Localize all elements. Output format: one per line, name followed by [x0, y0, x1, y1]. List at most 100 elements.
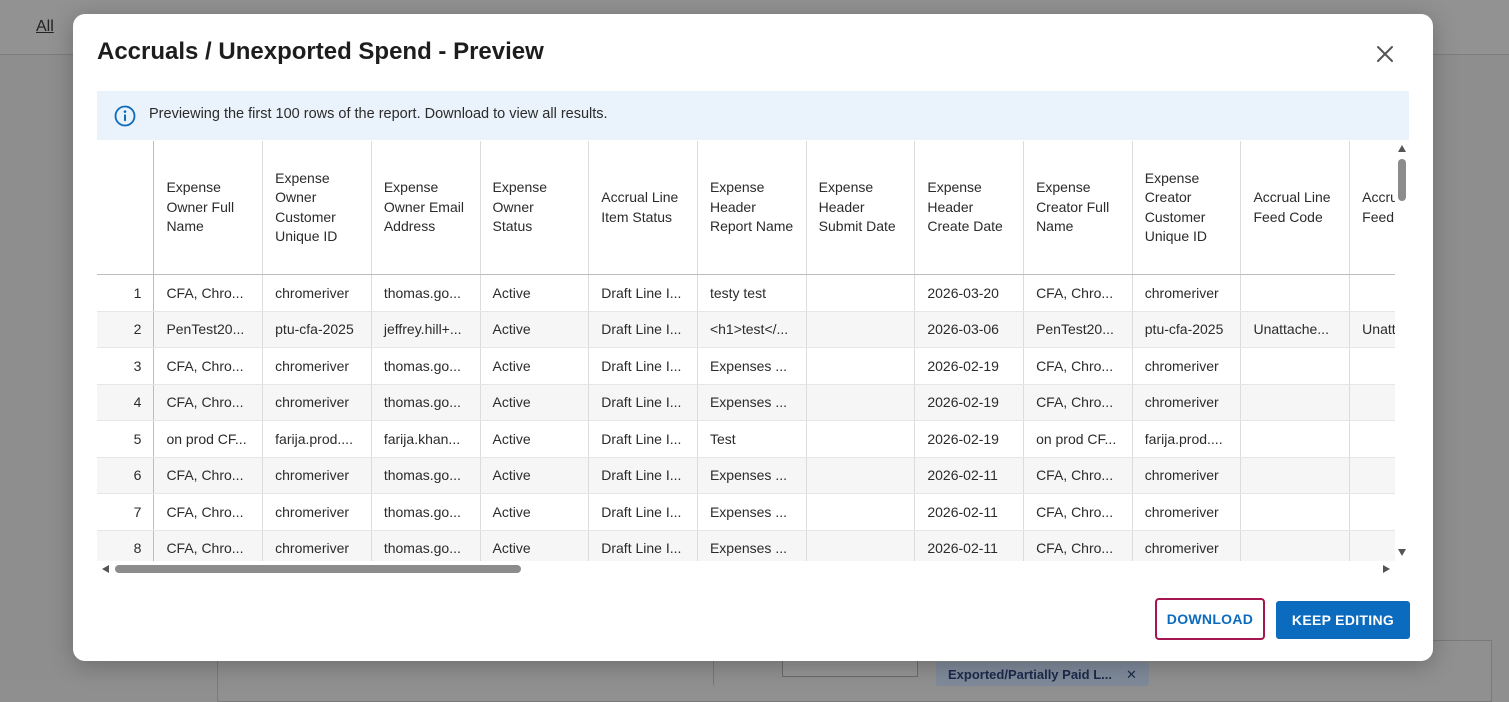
table-cell: Test: [697, 420, 807, 458]
row-index: 4: [97, 384, 155, 421]
table-cell: chromeriver: [1132, 493, 1242, 531]
table-cell: [806, 493, 916, 531]
scroll-right-icon[interactable]: [1383, 565, 1390, 573]
table-cell: chromeriver: [1132, 530, 1242, 561]
scroll-down-icon[interactable]: [1398, 549, 1406, 556]
table-row[interactable]: 7 CFA, Chro... chromeriver thomas.go... Acti…: [97, 493, 1395, 531]
preview-table: Expense Owner Full Name Expense Owner Cu…: [97, 141, 1395, 561]
scroll-left-icon[interactable]: [102, 565, 109, 573]
table-cell: Active: [480, 493, 590, 531]
preview-table-container: Expense Owner Full Name Expense Owner Cu…: [97, 141, 1409, 577]
table-cell: thomas.go...: [371, 274, 481, 312]
table-cell: Active: [480, 347, 590, 385]
table-cell: [1349, 420, 1395, 458]
row-index: 7: [97, 493, 155, 531]
table-cell: Draft Line I...: [588, 274, 698, 312]
column-header[interactable]: Accrual Line Feed Code: [1240, 141, 1351, 275]
column-header-index: [97, 141, 155, 275]
table-row[interactable]: 1 CFA, Chro... chromeriver thomas.go... Acti…: [97, 274, 1395, 312]
table-cell: CFA, Chro...: [1023, 347, 1133, 385]
table-cell: [806, 457, 916, 494]
table-cell: thomas.go...: [371, 530, 481, 561]
column-header[interactable]: Expense Header Report Name: [697, 141, 807, 275]
table-cell: [1240, 274, 1351, 312]
table-cell: Unattache...: [1240, 311, 1351, 348]
table-cell: chromeriver: [262, 347, 372, 385]
table-cell: [1240, 347, 1351, 385]
info-text: Previewing the first 100 rows of the rep…: [149, 106, 608, 122]
column-header[interactable]: Expense Owner Email Address: [371, 141, 481, 275]
table-cell: [806, 384, 916, 421]
table-cell: thomas.go...: [371, 347, 481, 385]
column-header[interactable]: Accrual Line Item Status: [588, 141, 698, 275]
column-header[interactable]: Expense Header Submit Date: [806, 141, 916, 275]
table-row[interactable]: 3 CFA, Chro... chromeriver thomas.go... Acti…: [97, 347, 1395, 385]
table-row[interactable]: 2 PenTest20... ptu-cfa-2025 jeffrey.hill+..…: [97, 311, 1395, 348]
table-cell: [806, 311, 916, 348]
all-link[interactable]: All: [36, 18, 54, 36]
table-cell: jeffrey.hill+...: [371, 311, 481, 348]
close-icon[interactable]: ✕: [1126, 667, 1137, 682]
table-body: 1 CFA, Chro... chromeriver thomas.go... Acti…: [97, 274, 1395, 561]
table-cell: on prod CF...: [1023, 420, 1133, 458]
table-cell: CFA, Chro...: [153, 347, 264, 385]
table-cell: Expenses ...: [697, 457, 807, 494]
table-cell: [1240, 493, 1351, 531]
filter-chip[interactable]: Exported/Partially Paid L... ✕: [936, 662, 1149, 686]
table-cell: CFA, Chro...: [1023, 384, 1133, 421]
horizontal-scroll-thumb[interactable]: [115, 565, 521, 573]
column-header[interactable]: Expense Owner Status: [480, 141, 590, 275]
table-row[interactable]: 8 CFA, Chro... chromeriver thomas.go... Acti…: [97, 530, 1395, 561]
table-row[interactable]: 4 CFA, Chro... chromeriver thomas.go... Acti…: [97, 384, 1395, 421]
vertical-scrollbar[interactable]: [1395, 141, 1409, 561]
table-cell: thomas.go...: [371, 493, 481, 531]
table-cell: thomas.go...: [371, 457, 481, 494]
row-index: 5: [97, 420, 155, 458]
table-cell: Active: [480, 311, 590, 348]
table-cell: [1349, 493, 1395, 531]
scroll-up-icon[interactable]: [1398, 145, 1406, 152]
table-cell: [1349, 274, 1395, 312]
table-cell: [1240, 420, 1351, 458]
table-cell: 2026-02-11: [914, 457, 1025, 494]
vertical-scroll-thumb[interactable]: [1398, 159, 1406, 201]
info-banner: Previewing the first 100 rows of the rep…: [97, 91, 1409, 140]
column-header[interactable]: Expense Owner Customer Unique ID: [262, 141, 372, 275]
preview-modal: Accruals / Unexported Spend - Preview Pr…: [73, 14, 1433, 661]
table-cell: chromeriver: [1132, 274, 1242, 312]
table-header: Expense Owner Full Name Expense Owner Cu…: [97, 141, 1395, 275]
horizontal-scrollbar[interactable]: [97, 561, 1395, 577]
column-header[interactable]: Expense Creator Customer Unique ID: [1132, 141, 1242, 275]
keep-editing-button[interactable]: KEEP EDITING: [1276, 601, 1410, 639]
table-row[interactable]: 5 on prod CF... farija.prod.... farija.khan…: [97, 420, 1395, 458]
table-cell: Active: [480, 274, 590, 312]
table-cell: [1240, 457, 1351, 494]
table-cell: [1349, 530, 1395, 561]
table-cell: Draft Line I...: [588, 530, 698, 561]
close-button[interactable]: [1373, 42, 1397, 66]
table-cell: PenTest20...: [153, 311, 264, 348]
table-cell: Expenses ...: [697, 384, 807, 421]
table-cell: Draft Line I...: [588, 347, 698, 385]
table-row[interactable]: 6 CFA, Chro... chromeriver thomas.go... Acti…: [97, 457, 1395, 494]
table-cell: CFA, Chro...: [153, 493, 264, 531]
table-cell: Draft Line I...: [588, 493, 698, 531]
row-index: 2: [97, 311, 155, 348]
table-cell: [1349, 347, 1395, 385]
table-cell: farija.prod....: [1132, 420, 1242, 458]
column-header[interactable]: Expense Header Create Date: [914, 141, 1025, 275]
table-cell: ptu-cfa-2025: [262, 311, 372, 348]
column-header[interactable]: Expense Owner Full Name: [153, 141, 264, 275]
table-cell: chromeriver: [1132, 347, 1242, 385]
table-cell: chromeriver: [262, 530, 372, 561]
table-cell: CFA, Chro...: [153, 274, 264, 312]
info-icon: [114, 105, 136, 127]
row-index: 3: [97, 347, 155, 385]
table-cell: chromeriver: [1132, 457, 1242, 494]
table-cell: chromeriver: [262, 493, 372, 531]
table-cell: farija.prod....: [262, 420, 372, 458]
table-cell: Active: [480, 384, 590, 421]
column-header[interactable]: Accrual Line Feed Name: [1349, 141, 1395, 275]
download-button[interactable]: DOWNLOAD: [1155, 598, 1265, 640]
column-header[interactable]: Expense Creator Full Name: [1023, 141, 1133, 275]
